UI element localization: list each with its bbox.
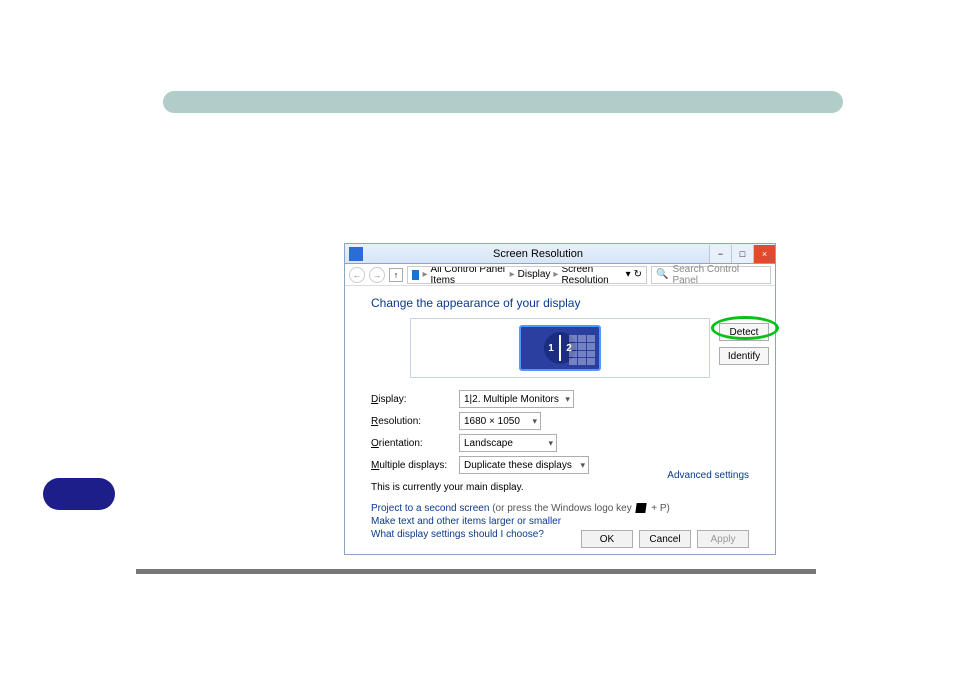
breadcrumb-item[interactable]: All Control Panel Items bbox=[431, 266, 507, 284]
cancel-button[interactable]: Cancel bbox=[639, 530, 691, 548]
multiple-displays-label: Multiple displays: bbox=[371, 460, 459, 471]
window-icon bbox=[349, 247, 363, 261]
search-input[interactable]: 🔍 Search Control Panel bbox=[651, 266, 771, 284]
screen-resolution-window: Screen Resolution − □ × ← → ↑ ▸ All Cont… bbox=[344, 243, 776, 555]
maximize-button[interactable]: □ bbox=[731, 245, 753, 263]
titlebar[interactable]: Screen Resolution − □ × bbox=[345, 244, 775, 264]
breadcrumb-item[interactable]: Display bbox=[518, 269, 551, 280]
refresh-icon[interactable]: ↻ bbox=[634, 269, 642, 280]
keypad-icon bbox=[569, 335, 595, 365]
window-title: Screen Resolution bbox=[367, 248, 709, 260]
resolution-label: Resolution: bbox=[371, 416, 459, 427]
windows-logo-icon bbox=[636, 503, 647, 513]
resolution-select[interactable]: 1680 × 1050 bbox=[459, 412, 541, 430]
advanced-settings-link[interactable]: Advanced settings bbox=[667, 470, 749, 481]
search-icon: 🔍 bbox=[656, 269, 668, 280]
forward-button[interactable]: → bbox=[369, 267, 385, 283]
navigation-row: ← → ↑ ▸ All Control Panel Items ▸ Displa… bbox=[345, 264, 775, 286]
chevron-right-icon: ▸ bbox=[510, 269, 515, 280]
apply-button[interactable]: Apply bbox=[697, 530, 749, 548]
close-button[interactable]: × bbox=[753, 245, 775, 263]
monitor-thumbnail[interactable]: 1 2 bbox=[519, 325, 601, 371]
back-button[interactable]: ← bbox=[349, 267, 365, 283]
text-size-link[interactable]: Make text and other items larger or smal… bbox=[371, 516, 749, 527]
orientation-label: Orientation: bbox=[371, 438, 459, 449]
computer-icon bbox=[412, 270, 419, 280]
breadcrumb[interactable]: ▸ All Control Panel Items ▸ Display ▸ Sc… bbox=[407, 266, 647, 284]
chevron-right-icon: ▸ bbox=[553, 269, 558, 280]
ok-button[interactable]: OK bbox=[581, 530, 633, 548]
orientation-select[interactable]: Landscape bbox=[459, 434, 557, 452]
decorative-banner bbox=[163, 91, 843, 113]
identify-button[interactable]: Identify bbox=[719, 347, 769, 365]
search-placeholder: Search Control Panel bbox=[672, 264, 766, 286]
project-link[interactable]: Project to a second screen bbox=[371, 503, 489, 514]
project-link-line: Project to a second screen (or press the… bbox=[371, 503, 749, 514]
breadcrumb-dropdown[interactable]: ▾ bbox=[626, 269, 631, 280]
breadcrumb-item[interactable]: Screen Resolution bbox=[561, 266, 622, 284]
chevron-right-icon: ▸ bbox=[422, 269, 427, 280]
main-display-note: This is currently your main display. bbox=[371, 482, 749, 493]
up-button[interactable]: ↑ bbox=[389, 268, 403, 282]
highlight-circle bbox=[711, 316, 779, 340]
multiple-displays-select[interactable]: Duplicate these displays bbox=[459, 456, 589, 474]
decorative-pill bbox=[43, 478, 115, 510]
project-key: + P) bbox=[651, 503, 670, 514]
minimize-button[interactable]: − bbox=[709, 245, 731, 263]
content-pane: Change the appearance of your display De… bbox=[345, 286, 775, 546]
display-label: DDisplay:isplay: bbox=[371, 394, 459, 405]
display-select[interactable]: 1|2. Multiple Monitors bbox=[459, 390, 574, 408]
page-title: Change the appearance of your display bbox=[371, 296, 749, 310]
monitor-1-label: 1 bbox=[544, 343, 558, 354]
decorative-divider bbox=[136, 569, 816, 574]
project-hint: (or press the Windows logo key bbox=[492, 503, 634, 514]
display-preview[interactable]: Detect Identify 1 2 bbox=[410, 318, 710, 378]
dialog-buttons: OK Cancel Apply bbox=[581, 530, 749, 548]
